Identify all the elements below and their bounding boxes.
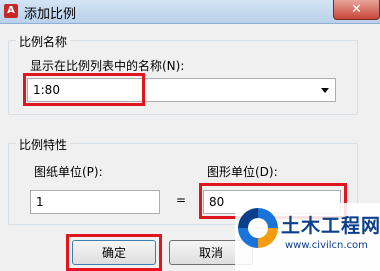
close-button[interactable]: ✕	[333, 0, 380, 20]
highlight-ok-button	[66, 234, 162, 271]
scale-properties-legend: 比例特性	[16, 136, 71, 153]
civilcn-logo-icon	[238, 208, 278, 248]
drawing-units-label: 图形单位(D):	[207, 165, 278, 179]
dialog-title: 添加比例	[24, 7, 77, 22]
paper-units-value: 1	[36, 195, 44, 209]
watermark: 土木工程网 www.civilcn.com	[235, 203, 380, 271]
paper-units-input[interactable]: 1	[30, 190, 160, 214]
paper-units-label: 图纸单位(P):	[34, 165, 103, 179]
scale-name-label: 显示在比例列表中的名称(N):	[30, 59, 185, 73]
equals-sign: =	[176, 193, 187, 207]
scale-name-legend: 比例名称	[16, 33, 71, 50]
chevron-down-icon[interactable]	[321, 88, 329, 93]
highlight-scale-name	[23, 73, 145, 106]
close-icon: ✕	[351, 2, 362, 17]
title-bar: A 添加比例 ✕	[0, 0, 380, 24]
app-icon: A	[4, 4, 18, 18]
watermark-title: 土木工程网	[281, 215, 380, 237]
watermark-url: www.civilcn.com	[285, 240, 368, 251]
